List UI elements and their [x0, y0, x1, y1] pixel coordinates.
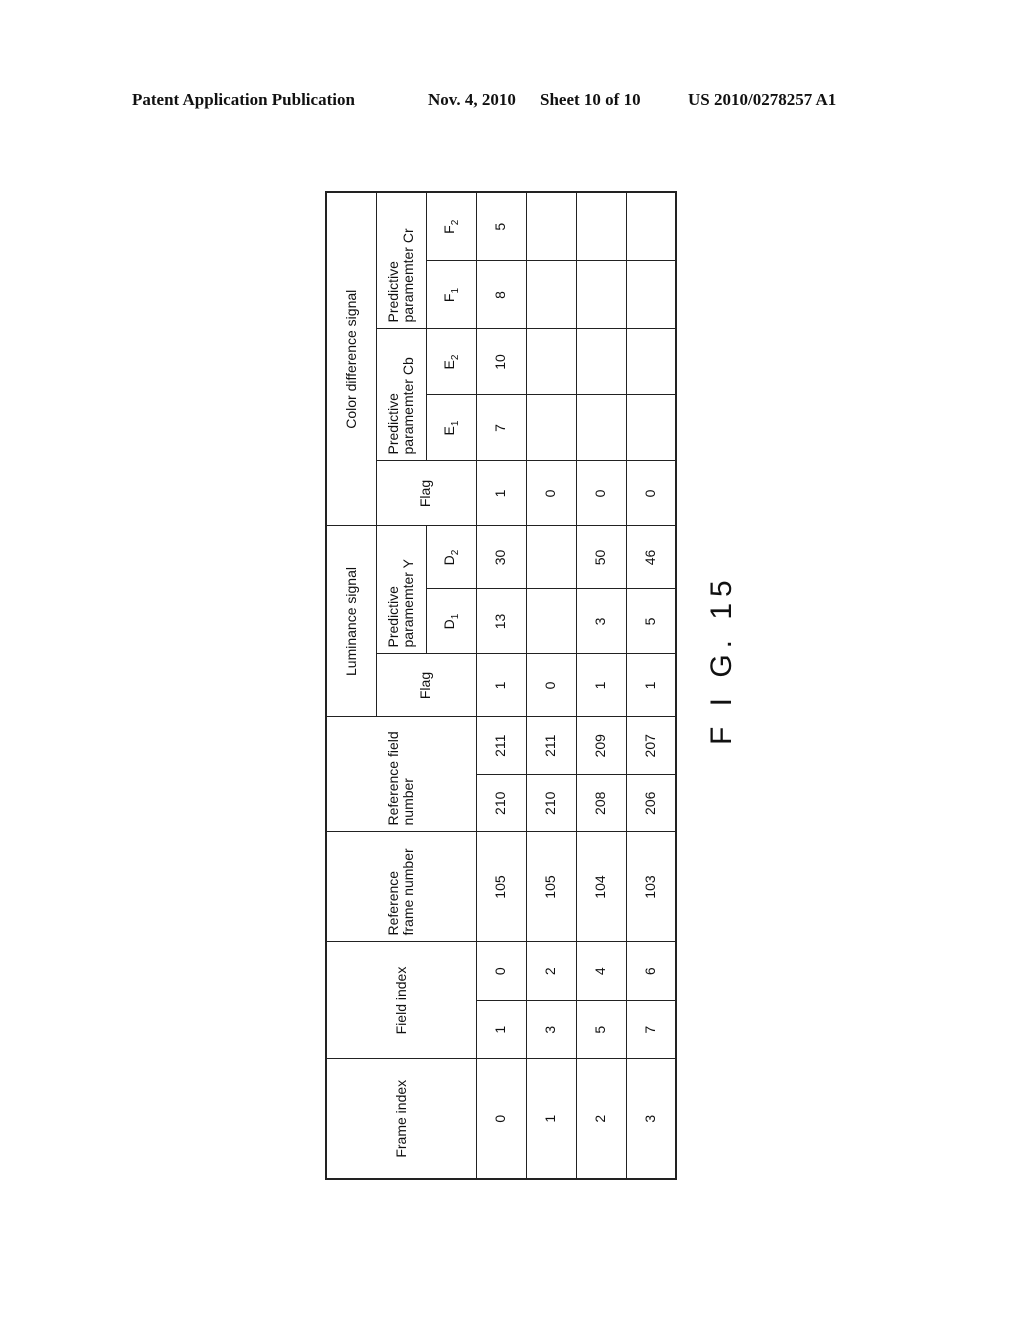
- header-color-diff: Color difference signal: [326, 192, 376, 526]
- header-pred-y: Predictive paramemter Y: [376, 526, 426, 654]
- cell-frame-index: 2: [576, 1059, 626, 1179]
- cell-ref-field-sub: 208: [592, 791, 609, 815]
- cell-ref-field-sub: 210: [542, 791, 559, 815]
- cell-e2: 10: [476, 329, 526, 395]
- cell-ref-field: 208 209: [576, 717, 626, 832]
- cell-ref-frame: 104: [576, 832, 626, 942]
- cell-ref-field-sub: 207: [626, 717, 675, 775]
- cell-ref-field-sub: 211: [526, 717, 576, 775]
- cell-f1: [626, 261, 676, 329]
- cell-f1: [526, 261, 576, 329]
- cell-ref-field-sub: 211: [476, 717, 526, 775]
- cell-field-index: 32: [526, 942, 576, 1059]
- cell-col-flag: 0: [526, 461, 576, 526]
- cell-field-index-sub: 5: [592, 1025, 609, 1034]
- cell-col-flag: 0: [626, 461, 676, 526]
- cell-field-index-sub: 7: [642, 1025, 659, 1034]
- cell-field-index-sub: 0: [476, 942, 526, 1001]
- cell-d2: 46: [626, 526, 676, 589]
- cell-f2: [626, 192, 676, 261]
- cell-d2: 30: [476, 526, 526, 589]
- header-d1: D1: [426, 589, 476, 654]
- cell-ref-field-sub: 210: [492, 791, 509, 815]
- table-row: 3 7 6 103 206 207 1 5 46 0: [626, 192, 676, 1179]
- data-table: Frame index Field index Reference frame …: [325, 191, 677, 1180]
- header-pred-cr: Predictive paramemter Cr: [376, 192, 426, 329]
- cell-field-index-sub: 1: [492, 1025, 509, 1034]
- sheet-number: Sheet 10 of 10: [540, 90, 641, 109]
- cell-lum-flag: 1: [626, 654, 676, 717]
- cell-e1: [626, 395, 676, 461]
- cell-e1: [576, 395, 626, 461]
- header-pred-cb: Predictive paramemter Cb: [376, 329, 426, 461]
- table-row: 1 3 2 105 210 211 0 0: [526, 192, 576, 1179]
- cell-e1: 7: [476, 395, 526, 461]
- cell-ref-frame: 103: [626, 832, 676, 942]
- cell-d2: 50: [576, 526, 626, 589]
- cell-ref-field: 206 207: [626, 717, 676, 832]
- cell-f2: 5: [476, 192, 526, 261]
- header-f2: F2: [426, 192, 476, 261]
- cell-ref-field: 210 211: [476, 717, 526, 832]
- header-field-index: Field index: [326, 942, 476, 1059]
- cell-lum-flag: 1: [476, 654, 526, 717]
- cell-e2: [526, 329, 576, 395]
- cell-ref-frame: 105: [526, 832, 576, 942]
- cell-d1: 5: [626, 589, 676, 654]
- patent-number: US 2010/0278257 A1: [688, 90, 837, 109]
- cell-lum-flag: 1: [576, 654, 626, 717]
- cell-lum-flag: 0: [526, 654, 576, 717]
- header-ref-frame: Reference frame number: [326, 832, 476, 942]
- header-e2: E2: [426, 329, 476, 395]
- cell-field-index-sub: 4: [576, 942, 626, 1001]
- cell-frame-index: 0: [476, 1059, 526, 1179]
- cell-ref-field-sub: 206: [642, 791, 659, 815]
- cell-frame-index: 1: [526, 1059, 576, 1179]
- cell-field-index-sub: 6: [626, 942, 675, 1001]
- table-row: 0 1 0 105 210 211 1 13 30 1 7 10 8 5: [476, 192, 526, 1179]
- publication-type: Patent Application Publication: [132, 90, 355, 109]
- cell-field-index: 10: [476, 942, 526, 1059]
- cell-d2: [526, 526, 576, 589]
- cell-field-index-sub: 2: [526, 942, 576, 1001]
- cell-field-index: 54: [576, 942, 626, 1059]
- header-col-flag: Flag: [376, 461, 476, 526]
- cell-e2: [626, 329, 676, 395]
- cell-field-index-sub: 3: [542, 1025, 559, 1034]
- cell-f2: [576, 192, 626, 261]
- cell-ref-frame: 105: [476, 832, 526, 942]
- header-frame-index: Frame index: [326, 1059, 476, 1179]
- header-d2: D2: [426, 526, 476, 589]
- cell-f2: [526, 192, 576, 261]
- header-ref-field: Reference field number: [326, 717, 476, 832]
- cell-field-index: 76: [626, 942, 676, 1059]
- cell-e2: [576, 329, 626, 395]
- cell-frame-index: 3: [626, 1059, 676, 1179]
- cell-ref-field: 210 211: [526, 717, 576, 832]
- cell-col-flag: 1: [476, 461, 526, 526]
- header-luminance: Luminance signal: [326, 526, 376, 717]
- table-row: 2 5 4 104 208 209 1 3 50 0: [576, 192, 626, 1179]
- header-e1: E1: [426, 395, 476, 461]
- publication-date: Nov. 4, 2010: [428, 90, 516, 109]
- header-lum-flag: Flag: [376, 654, 476, 717]
- cell-ref-field-sub: 209: [576, 717, 626, 775]
- figure-label: F I G. 15: [705, 574, 738, 745]
- cell-e1: [526, 395, 576, 461]
- cell-d1: [526, 589, 576, 654]
- cell-f1: [576, 261, 626, 329]
- cell-d1: 13: [476, 589, 526, 654]
- figure-15-table-rotated: Frame index Field index Reference frame …: [325, 191, 677, 1180]
- cell-col-flag: 0: [576, 461, 626, 526]
- cell-f1: 8: [476, 261, 526, 329]
- header-f1: F1: [426, 261, 476, 329]
- cell-d1: 3: [576, 589, 626, 654]
